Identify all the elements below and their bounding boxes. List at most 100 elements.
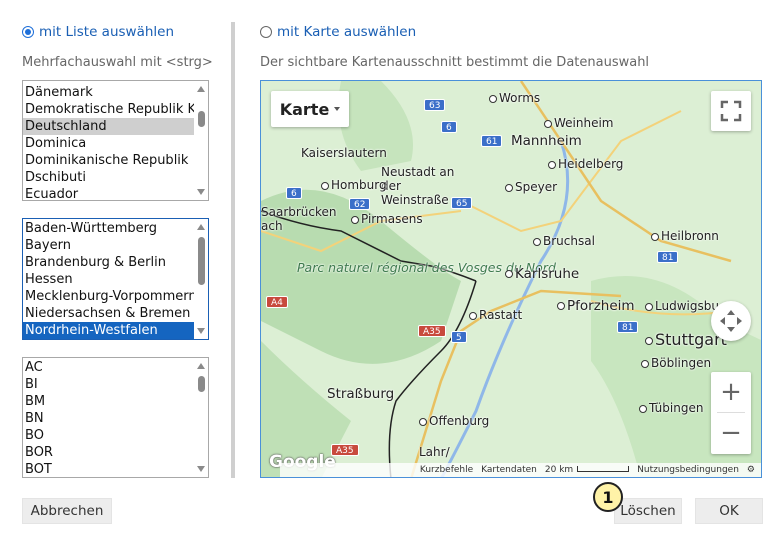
scale-bar[interactable]: 20 km [544, 463, 630, 477]
map-city-label: Heidelberg [548, 157, 623, 171]
map-city-label: Rastatt [469, 308, 522, 322]
list-item[interactable]: BOT [23, 461, 195, 477]
list-item[interactable]: BI [23, 376, 195, 393]
map-city-label: Saarbrücken [261, 205, 337, 219]
motorway-shield: 6 [441, 121, 457, 133]
ok-button[interactable]: OK [695, 498, 763, 524]
scroll-thumb[interactable] [198, 237, 205, 285]
list-item[interactable]: Dominikanische Republik [23, 152, 195, 169]
list-item[interactable]: BO [23, 427, 195, 444]
map-city-label: Tübingen [639, 401, 703, 415]
map-attribution: Kurzbefehle Kartendaten 20 km Nutzungsbe… [279, 463, 761, 477]
motorway-shield: 5 [451, 331, 467, 343]
zoom-control[interactable]: + − [711, 372, 751, 454]
scroll-up-icon[interactable] [197, 363, 205, 369]
map-city-label: Straßburg [327, 386, 395, 402]
keyboard-shortcuts-link[interactable]: Kurzbefehle [420, 463, 473, 477]
map-city-label: Lahr/ [419, 445, 450, 459]
pan-control-button[interactable] [711, 301, 751, 341]
map-city-label: Pforzheim [557, 298, 635, 314]
list-item[interactable]: Dschibuti [23, 169, 195, 186]
map-city-label: Ludwigsbu [645, 299, 719, 313]
scroll-thumb[interactable] [198, 111, 205, 127]
motorway-shield: 81 [657, 251, 679, 263]
list-item[interactable]: BN [23, 410, 195, 427]
district-listbox[interactable]: AC BI BM BN BO BOR BOT [22, 357, 209, 478]
list-hint: Mehrfachauswahl mit <strg> [22, 55, 213, 70]
list-item[interactable]: Bayern [23, 237, 195, 254]
delete-button[interactable]: Löschen [614, 498, 682, 524]
motorway-shield: 62 [349, 198, 371, 210]
motorway-shield: 81 [617, 321, 639, 333]
radio-map-label[interactable]: mit Karte auswählen [277, 24, 416, 40]
map-city-label: Pirmasens [351, 212, 423, 226]
map-view[interactable]: Worms Weinheim Kaiserslautern Mannheim N… [260, 80, 762, 478]
map-city-label: Mannheim [511, 133, 582, 149]
list-item[interactable]: Dänemark [23, 84, 195, 101]
zoom-in-button[interactable]: + [711, 372, 751, 412]
list-item[interactable]: Dominica [23, 135, 195, 152]
list-item[interactable]: BM [23, 393, 195, 410]
scale-line [577, 465, 630, 472]
scroll-down-icon[interactable] [197, 466, 205, 472]
zoom-out-button[interactable]: − [711, 413, 751, 453]
motorway-shield: 6 [286, 187, 302, 199]
caret-down-icon [334, 107, 341, 111]
state-scrollbar[interactable] [194, 219, 208, 339]
map-city-label: Kaiserslautern [301, 146, 387, 160]
radio-list-label[interactable]: mit Liste auswählen [39, 24, 174, 40]
map-city-label: Böblingen [641, 356, 711, 370]
settings-icon[interactable]: ⚙ [747, 463, 755, 477]
list-item[interactable]: Mecklenburg-Vorpommern [23, 288, 195, 305]
list-item[interactable]: Baden-Württemberg [23, 220, 195, 237]
map-hint: Der sichtbare Kartenausschnitt bestimmt … [260, 55, 650, 70]
list-item[interactable]: Brandenburg & Berlin [23, 254, 195, 271]
list-item[interactable]: Hessen [23, 271, 195, 288]
list-item[interactable]: AC [23, 359, 195, 376]
map-data-link[interactable]: Kartendaten [481, 463, 537, 477]
state-listbox[interactable]: Baden-Württemberg Bayern Brandenburg & B… [22, 218, 209, 340]
scroll-down-icon[interactable] [197, 189, 205, 195]
list-item[interactable]: Demokratische Republik Kongo [23, 101, 195, 118]
map-city-label: Heilbronn [651, 229, 719, 243]
map-city-label: Weinheim [544, 116, 614, 130]
fullscreen-icon [720, 100, 742, 122]
radio-map-mode[interactable]: mit Karte auswählen [260, 24, 416, 40]
scroll-down-icon[interactable] [197, 328, 205, 334]
list-item[interactable]: Deutschland [23, 118, 195, 135]
map-city-label: Karlsruhe [505, 266, 579, 282]
motorway-shield: 63 [424, 99, 446, 111]
list-item[interactable]: BOR [23, 444, 195, 461]
radio-list-button[interactable] [22, 26, 34, 38]
map-city-label: Offenburg [419, 414, 489, 428]
cancel-button[interactable]: Abbrechen [22, 498, 112, 524]
district-scrollbar[interactable] [194, 358, 208, 477]
country-listbox[interactable]: Dänemark Demokratische Republik Kongo De… [22, 80, 209, 201]
panel-divider [231, 22, 235, 478]
motorway-shield: A35 [418, 325, 446, 337]
fullscreen-button[interactable] [711, 91, 751, 131]
list-item[interactable]: Niedersachsen & Bremen [23, 305, 195, 322]
list-item[interactable]: Ecuador [23, 186, 195, 200]
radio-list-mode[interactable]: mit Liste auswählen [22, 24, 174, 40]
map-city-label: Worms [489, 91, 540, 105]
list-item[interactable]: Nordrhein-Westfalen [23, 322, 195, 339]
radio-map-button[interactable] [260, 26, 272, 38]
scroll-up-icon[interactable] [197, 224, 205, 230]
scroll-up-icon[interactable] [197, 86, 205, 92]
terms-link[interactable]: Nutzungsbedingungen [637, 463, 739, 477]
motorway-shield: 61 [481, 135, 503, 147]
pan-arrows-icon [720, 310, 742, 332]
map-city-label: Speyer [505, 180, 557, 194]
map-type-label: Karte [279, 99, 330, 119]
map-type-button[interactable]: Karte [271, 91, 349, 127]
motorway-shield: A4 [266, 296, 288, 308]
map-city-label: Bruchsal [533, 234, 595, 248]
map-city-label: ach [261, 219, 283, 233]
scale-label: 20 km [544, 465, 574, 475]
map-city-label: Homburg [321, 178, 387, 192]
step-badge: 1 [593, 482, 623, 512]
motorway-shield: 65 [451, 197, 473, 209]
scroll-thumb[interactable] [198, 376, 205, 392]
country-scrollbar[interactable] [194, 81, 208, 200]
